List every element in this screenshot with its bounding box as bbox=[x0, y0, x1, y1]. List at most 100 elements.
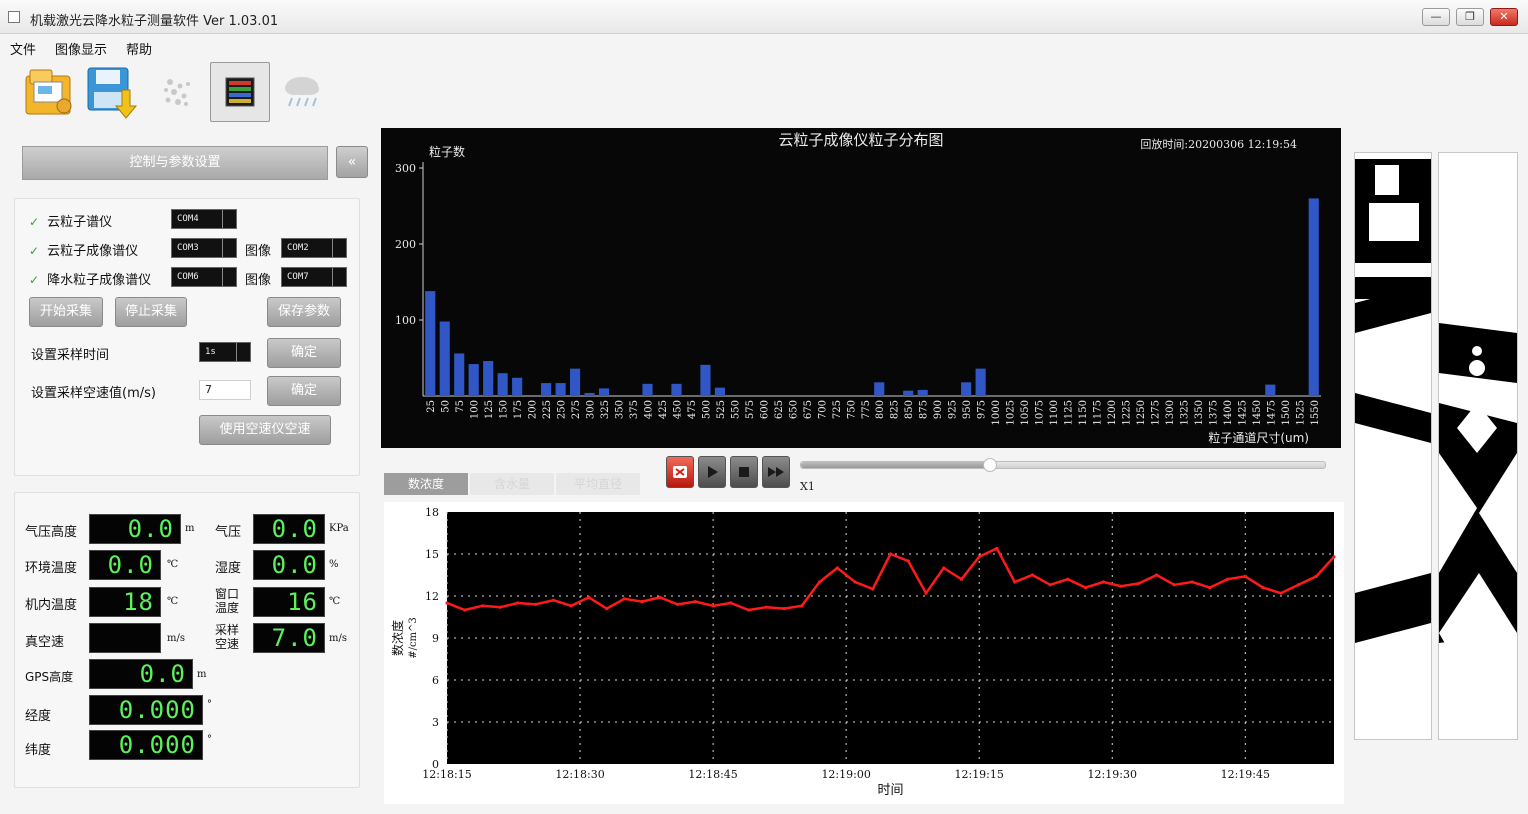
confirm-sample-speed-button[interactable]: 确定 bbox=[267, 376, 341, 406]
instrument-checkbox-precip-imager[interactable]: ✓ 降水粒子成像谱仪 bbox=[29, 269, 151, 288]
image-port-label: 图像 bbox=[245, 273, 272, 288]
start-acquisition-button[interactable]: 开始采集 bbox=[29, 297, 103, 327]
longitude-value: 0.000 bbox=[89, 695, 203, 725]
linechart-point bbox=[729, 601, 733, 605]
histogram-xtick-label: 750 bbox=[846, 400, 857, 419]
collapse-panel-button[interactable]: « bbox=[336, 146, 368, 178]
linechart-point bbox=[977, 555, 981, 559]
dropdown-arrow-icon bbox=[236, 343, 250, 361]
close-playback-button[interactable] bbox=[666, 456, 694, 488]
linechart-point bbox=[516, 601, 520, 605]
histogram-bar bbox=[584, 392, 595, 396]
histogram-xtick-label: 375 bbox=[629, 400, 640, 419]
save-icon[interactable] bbox=[82, 62, 142, 122]
minimize-button[interactable]: — bbox=[1422, 8, 1450, 26]
save-params-button[interactable]: 保存参数 bbox=[267, 297, 341, 327]
sample-time-select[interactable]: 1s bbox=[199, 342, 251, 362]
linechart-point bbox=[995, 546, 999, 550]
histogram-xtick-label: 800 bbox=[875, 400, 886, 419]
humidity-label: 湿度 bbox=[215, 561, 242, 576]
histogram-xtick-label: 500 bbox=[701, 400, 712, 419]
control-group: ✓ 云粒子谱仪 COM4 ✓ 云粒子成像谱仪 COM3 图像 COM2 ✓ 降水粒子成… bbox=[14, 198, 360, 476]
linechart-ytick-label: 9 bbox=[432, 632, 439, 645]
menu-image-display[interactable]: 图像显示 bbox=[55, 39, 107, 58]
tab-mean-diameter[interactable]: 平均直径 bbox=[556, 473, 640, 495]
readouts-group: 气压高度 0.0 m 气压 0.0 KPa 环境温度 0.0 ℃ 湿度 0.0 … bbox=[14, 492, 360, 788]
histogram-bar bbox=[874, 382, 885, 396]
port-select-cloud-spectrometer[interactable]: COM4 bbox=[171, 209, 237, 229]
port-select-precip-imager[interactable]: COM6 bbox=[171, 267, 237, 287]
particles-icon[interactable] bbox=[148, 62, 208, 122]
histogram-xtick-label: 950 bbox=[962, 400, 973, 419]
dropdown-arrow-icon bbox=[222, 210, 236, 228]
menu-help[interactable]: 帮助 bbox=[126, 39, 152, 58]
playback-slider[interactable] bbox=[800, 458, 1326, 472]
linechart-point bbox=[1172, 583, 1176, 587]
histogram-bar bbox=[903, 390, 914, 396]
port-select-cloud-imager[interactable]: COM3 bbox=[171, 238, 237, 258]
main-window: 机载激光云降水粒子测量软件 Ver 1.03.01 — ❐ ✕ 文件 图像显示 … bbox=[0, 0, 1528, 814]
menu-file[interactable]: 文件 bbox=[10, 39, 36, 58]
histogram-bar bbox=[700, 364, 711, 396]
gps-altitude-label: GPS高度 bbox=[25, 670, 74, 684]
histogram-xtick-label: 1300 bbox=[1165, 400, 1176, 425]
linechart-point bbox=[746, 608, 751, 612]
linechart-svg: 036912151812:18:15 12:18:30 12:18:45 12:19:… bbox=[390, 506, 1336, 798]
title-bar[interactable]: 机载激光云降水粒子测量软件 Ver 1.03.01 — ❐ ✕ bbox=[0, 0, 1528, 34]
open-folder-icon[interactable] bbox=[20, 62, 80, 122]
use-airspeed-button[interactable]: 使用空速仪空速 bbox=[199, 415, 331, 445]
stop-icon bbox=[739, 467, 749, 477]
linechart-ytick-label: 3 bbox=[432, 716, 439, 729]
latitude-label: 纬度 bbox=[25, 743, 52, 758]
control-panel-header[interactable]: 控制与参数设置 bbox=[22, 146, 328, 180]
histogram-bar bbox=[975, 368, 986, 396]
dropdown-arrow-icon bbox=[332, 268, 346, 286]
histogram-xtick-label: 425 bbox=[658, 400, 669, 419]
instrument-checkbox-cloud-spectrometer[interactable]: ✓ 云粒子谱仪 bbox=[29, 211, 112, 230]
particle-image-1 bbox=[1355, 153, 1431, 739]
cloud-rain-icon[interactable] bbox=[272, 62, 332, 122]
stop-acquisition-button[interactable]: 停止采集 bbox=[115, 297, 187, 327]
linechart-point bbox=[1137, 581, 1141, 585]
histogram-bar bbox=[497, 373, 508, 396]
close-button[interactable]: ✕ bbox=[1490, 8, 1518, 26]
pressure-altitude-unit: m bbox=[185, 523, 195, 534]
histogram-xtick-label: 1000 bbox=[991, 400, 1002, 425]
image-port-label: 图像 bbox=[245, 244, 272, 259]
linechart-point bbox=[871, 587, 875, 591]
color-bars-icon[interactable] bbox=[210, 62, 270, 122]
pressure-unit: KPa bbox=[329, 523, 349, 534]
fast-forward-button[interactable] bbox=[762, 456, 790, 488]
histogram-xtick-label: 925 bbox=[948, 400, 959, 419]
linechart-point bbox=[1101, 580, 1105, 584]
playback-slider-knob[interactable] bbox=[982, 458, 997, 472]
stop-button[interactable] bbox=[730, 456, 758, 488]
particle-image-strip-1 bbox=[1354, 152, 1432, 740]
linechart-point bbox=[817, 580, 822, 584]
window-temp-unit: ℃ bbox=[329, 596, 341, 607]
tab-number-concentration[interactable]: 数浓度 bbox=[384, 473, 468, 495]
linechart-xtick-label: 12:19:15 bbox=[954, 768, 1003, 781]
linechart-point bbox=[605, 607, 609, 611]
image-port-select-precip-imager[interactable]: COM7 bbox=[281, 267, 347, 287]
linechart-xtick-label: 12:19:45 bbox=[1221, 768, 1270, 781]
sample-speed-input[interactable]: 7 bbox=[199, 380, 251, 400]
latitude-value: 0.000 bbox=[89, 730, 203, 760]
linechart-xtick-label: 12:18:15 bbox=[422, 768, 471, 781]
histogram-xtick-label: 325 bbox=[600, 400, 611, 419]
image-port-select-cloud-imager[interactable]: COM2 bbox=[281, 238, 347, 258]
histogram-xtick-label: 875 bbox=[919, 400, 930, 419]
histogram-xtick-label: 1500 bbox=[1281, 400, 1292, 425]
play-button[interactable] bbox=[698, 456, 726, 488]
confirm-sample-time-button[interactable]: 确定 bbox=[267, 338, 341, 368]
true-airspeed-unit: m/s bbox=[167, 633, 185, 644]
particle-image-strip-2 bbox=[1438, 152, 1518, 740]
tab-water-content[interactable]: 含水量 bbox=[470, 473, 554, 495]
maximize-button[interactable]: ❐ bbox=[1456, 8, 1484, 26]
histogram-xtick-label: 400 bbox=[644, 400, 655, 419]
gps-altitude-value: 0.0 bbox=[89, 659, 193, 689]
histogram-xtick-label: 1125 bbox=[1064, 400, 1075, 425]
histogram-bar bbox=[555, 383, 566, 396]
linechart-point bbox=[942, 566, 946, 570]
instrument-checkbox-cloud-imager[interactable]: ✓ 云粒子成像谱仪 bbox=[29, 240, 138, 259]
